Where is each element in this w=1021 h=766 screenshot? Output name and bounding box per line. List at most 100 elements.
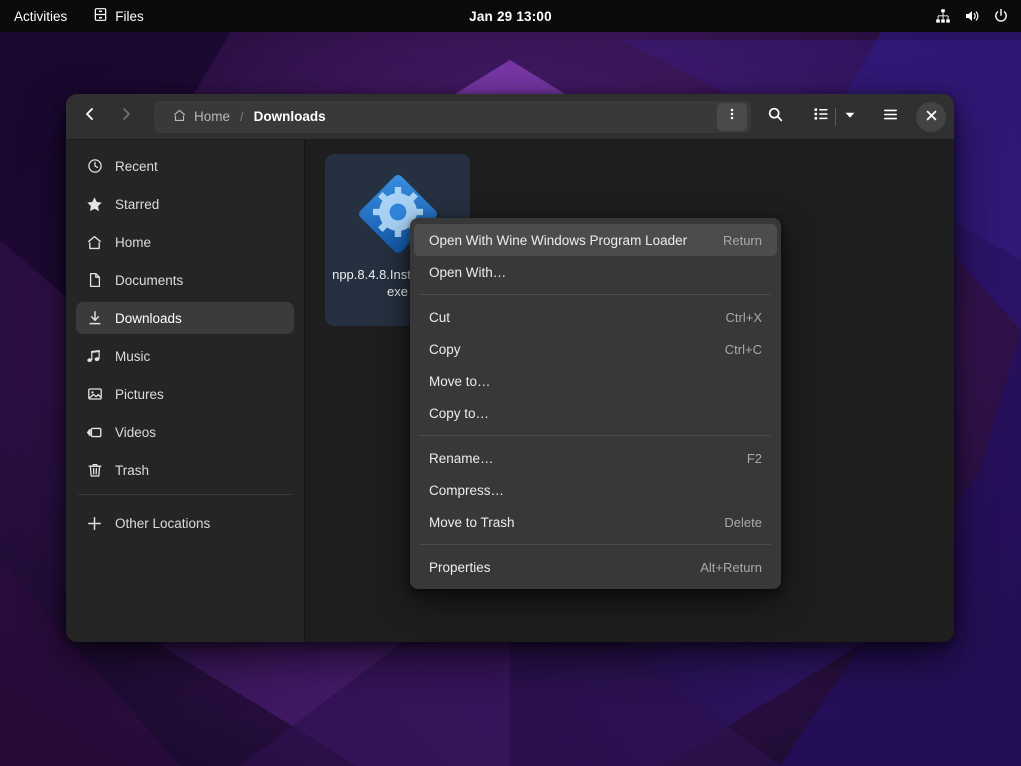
context-menu-item[interactable]: Move to Trash Delete (414, 506, 777, 538)
places-sidebar: Recent Starred (66, 140, 305, 642)
context-menu-item-label: Copy (429, 342, 701, 357)
sidebar-label: Other Locations (115, 516, 210, 531)
sidebar-label: Music (115, 349, 150, 364)
view-mode-control (807, 102, 864, 132)
sidebar-item-videos[interactable]: Videos (76, 416, 294, 448)
sidebar-item-documents[interactable]: Documents (76, 264, 294, 296)
top-bar-left-group: Activities Files (0, 0, 157, 32)
window-header-bar: Home / Downloads (66, 94, 954, 140)
close-icon (926, 109, 937, 124)
star-icon (86, 196, 103, 213)
volume-high-icon (964, 8, 980, 24)
trash-icon (86, 462, 103, 479)
sidebar-divider (78, 494, 292, 495)
app-menu-label: Files (115, 9, 144, 24)
context-menu-item-accelerator: Delete (724, 515, 762, 530)
chevron-down-icon (844, 108, 856, 126)
network-wired-icon (935, 8, 951, 24)
sidebar-label: Starred (115, 197, 159, 212)
context-menu-item[interactable]: Open With… (414, 256, 777, 288)
sidebar-item-music[interactable]: Music (76, 340, 294, 372)
context-menu-item[interactable]: Compress… (414, 474, 777, 506)
context-menu-item[interactable]: Properties Alt+Return (414, 551, 777, 583)
context-menu-item[interactable]: Move to… (414, 365, 777, 397)
context-menu-item-accelerator: Return (723, 233, 762, 248)
sidebar-item-recent[interactable]: Recent (76, 150, 294, 182)
chevron-right-icon (118, 106, 134, 127)
music-note-icon (86, 348, 103, 365)
context-menu-item-accelerator: Ctrl+C (725, 342, 762, 357)
system-tray[interactable] (935, 0, 1009, 32)
hamburger-menu-icon (882, 106, 899, 128)
close-window-button[interactable] (916, 102, 946, 132)
breadcrumb-item-home[interactable]: Home (164, 104, 238, 130)
context-menu-item-accelerator: Alt+Return (700, 560, 762, 575)
search-icon (767, 106, 784, 128)
breadcrumb-item-downloads[interactable]: Downloads (246, 104, 334, 130)
context-menu-item-accelerator: Ctrl+X (726, 310, 762, 325)
activities-button[interactable]: Activities (0, 0, 80, 32)
vertical-dots-icon (725, 107, 739, 126)
context-menu-item-label: Move to Trash (429, 515, 700, 530)
clock-icon (86, 158, 103, 175)
sidebar-label: Home (115, 235, 151, 250)
context-menu-separator (420, 294, 771, 295)
sidebar-label: Videos (115, 425, 156, 440)
sidebar-label: Recent (115, 159, 158, 174)
context-menu-item-accelerator: F2 (747, 451, 762, 466)
breadcrumb-home-label: Home (194, 109, 230, 124)
breadcrumb-separator: / (238, 109, 246, 124)
context-menu-item-label: Copy to… (429, 406, 762, 421)
context-menu-item[interactable]: Copy Ctrl+C (414, 333, 777, 365)
files-cabinet-icon (93, 7, 108, 25)
sidebar-label: Documents (115, 273, 183, 288)
home-icon (172, 108, 187, 126)
gnome-top-bar: Activities Files Jan 29 13:00 (0, 0, 1021, 32)
view-options-dropdown[interactable] (836, 102, 864, 132)
sidebar-item-trash[interactable]: Trash (76, 454, 294, 486)
app-menu-files[interactable]: Files (80, 0, 157, 32)
context-menu-item-label: Open With… (429, 265, 762, 280)
document-icon (86, 272, 103, 289)
back-button[interactable] (74, 101, 106, 133)
sidebar-item-other-locations[interactable]: Other Locations (76, 507, 294, 539)
sidebar-item-home[interactable]: Home (76, 226, 294, 258)
context-menu-separator (420, 435, 771, 436)
context-menu-item[interactable]: Open With Wine Windows Program Loader Ret… (414, 224, 777, 256)
context-menu-item-label: Compress… (429, 483, 762, 498)
context-menu-separator (420, 544, 771, 545)
chevron-left-icon (82, 106, 98, 127)
video-icon (86, 424, 103, 441)
list-view-button[interactable] (807, 102, 835, 132)
sidebar-item-starred[interactable]: Starred (76, 188, 294, 220)
sidebar-item-pictures[interactable]: Pictures (76, 378, 294, 410)
activities-label: Activities (14, 9, 67, 24)
home-icon (86, 234, 103, 251)
breadcrumb-current-label: Downloads (254, 109, 326, 124)
sidebar-label: Pictures (115, 387, 164, 402)
context-menu-item-label: Rename… (429, 451, 723, 466)
file-context-menu: Open With Wine Windows Program Loader Ret… (410, 218, 781, 589)
forward-button[interactable] (110, 101, 142, 133)
search-button[interactable] (759, 101, 791, 133)
image-icon (86, 386, 103, 403)
context-menu-item[interactable]: Rename… F2 (414, 442, 777, 474)
context-menu-item-label: Move to… (429, 374, 762, 389)
context-menu-item-label: Cut (429, 310, 702, 325)
navigation-buttons (74, 101, 142, 133)
desktop-background: Activities Files Jan 29 13:00 (0, 0, 1021, 766)
download-icon (86, 310, 103, 327)
context-menu-item[interactable]: Copy to… (414, 397, 777, 429)
path-options-button[interactable] (717, 103, 747, 131)
sidebar-item-downloads[interactable]: Downloads (76, 302, 294, 334)
sidebar-label: Downloads (115, 311, 182, 326)
power-icon (993, 8, 1009, 24)
context-menu-item[interactable]: Cut Ctrl+X (414, 301, 777, 333)
list-view-icon (813, 106, 829, 127)
context-menu-item-label: Properties (429, 560, 676, 575)
context-menu-item-label: Open With Wine Windows Program Loader (429, 233, 699, 248)
plus-icon (86, 515, 103, 532)
breadcrumb: Home / Downloads (154, 101, 751, 133)
sidebar-label: Trash (115, 463, 149, 478)
main-menu-button[interactable] (874, 101, 906, 133)
